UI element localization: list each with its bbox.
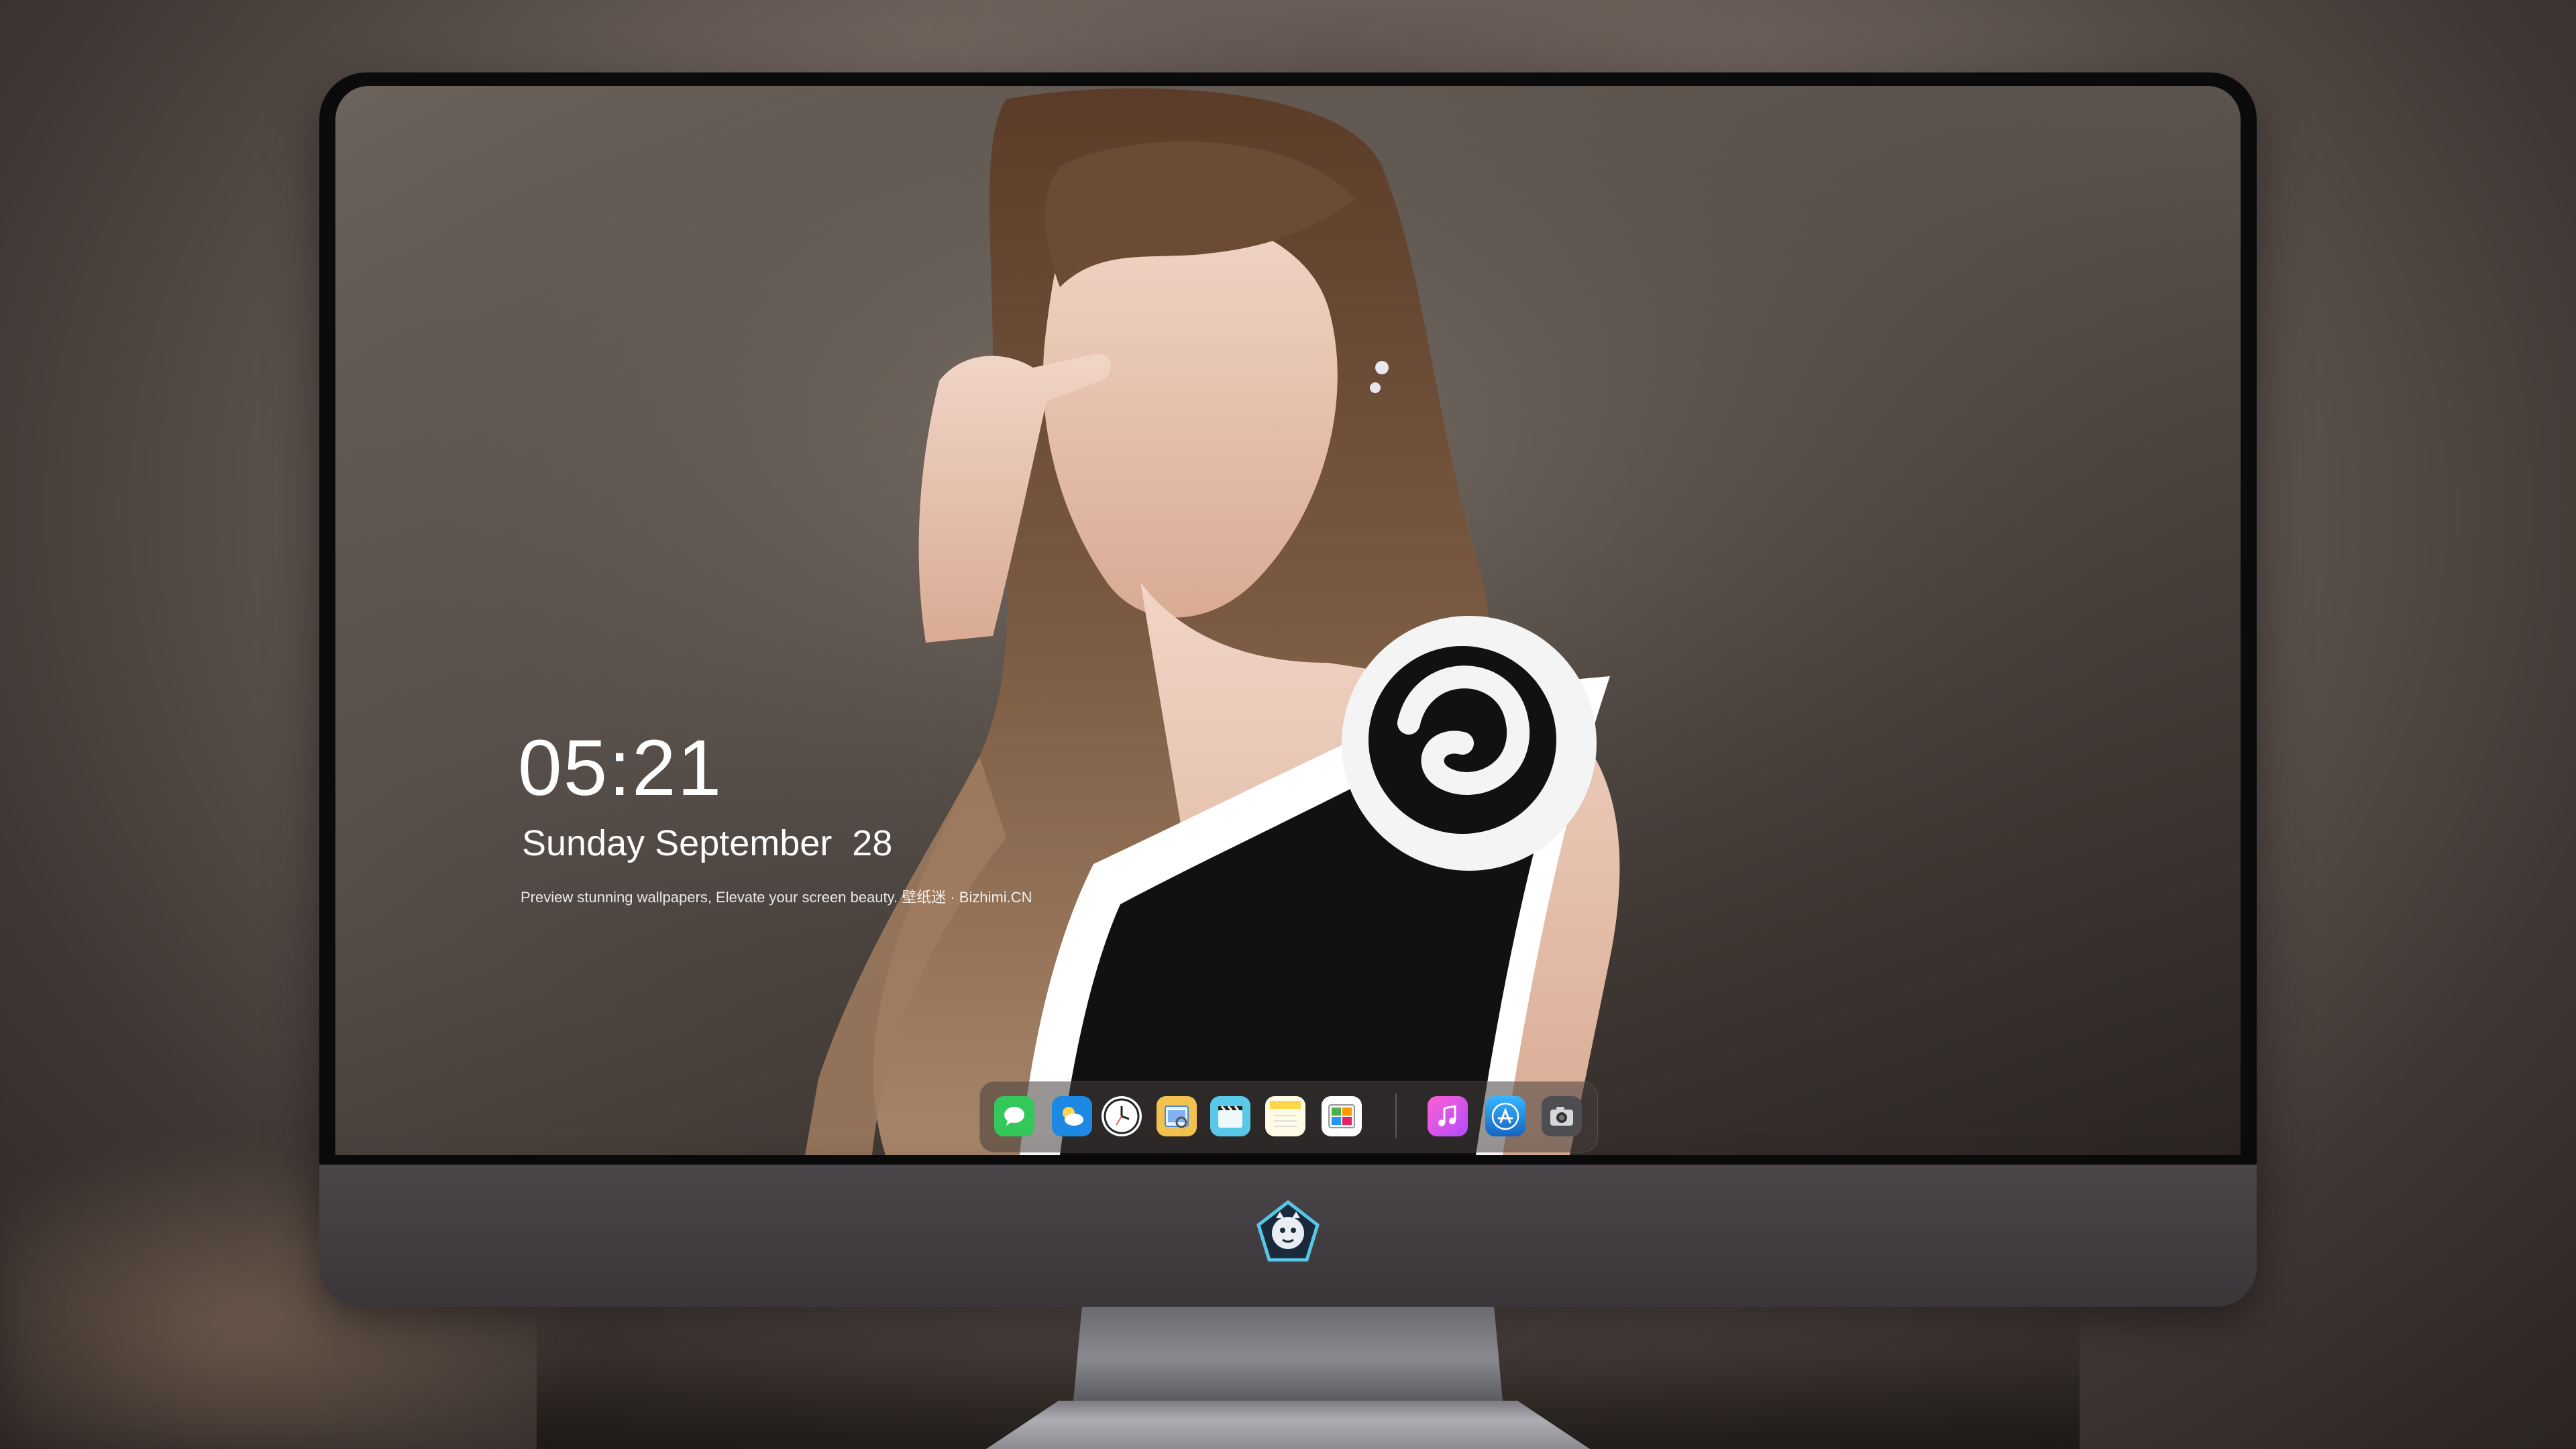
app-store-icon[interactable] (1485, 1096, 1525, 1136)
camera-icon[interactable] (1542, 1096, 1582, 1136)
wallpaper-image (335, 86, 2241, 1155)
brand-logo-icon (1256, 1199, 1320, 1262)
notes-icon[interactable] (1265, 1096, 1305, 1136)
clock-icon[interactable] (1102, 1096, 1142, 1136)
dock-separator (1395, 1093, 1397, 1138)
monitor-stand-neck (1073, 1307, 1503, 1401)
messages-icon[interactable] (994, 1096, 1034, 1136)
lock-screen-tagline: Preview stunning wallpapers, Elevate you… (521, 889, 1032, 906)
preview-icon[interactable] (1157, 1096, 1197, 1136)
video-clips-icon[interactable] (1210, 1096, 1250, 1136)
lock-screen-clock: 05:21 (518, 724, 723, 812)
weather-icon[interactable] (1052, 1096, 1092, 1136)
monitor-screen (335, 86, 2241, 1155)
monitor-stand-base (986, 1401, 1590, 1449)
photo-booth-icon[interactable] (1322, 1096, 1362, 1136)
music-icon[interactable] (1428, 1096, 1468, 1136)
lock-screen-date: Sunday September 28 (522, 823, 893, 863)
